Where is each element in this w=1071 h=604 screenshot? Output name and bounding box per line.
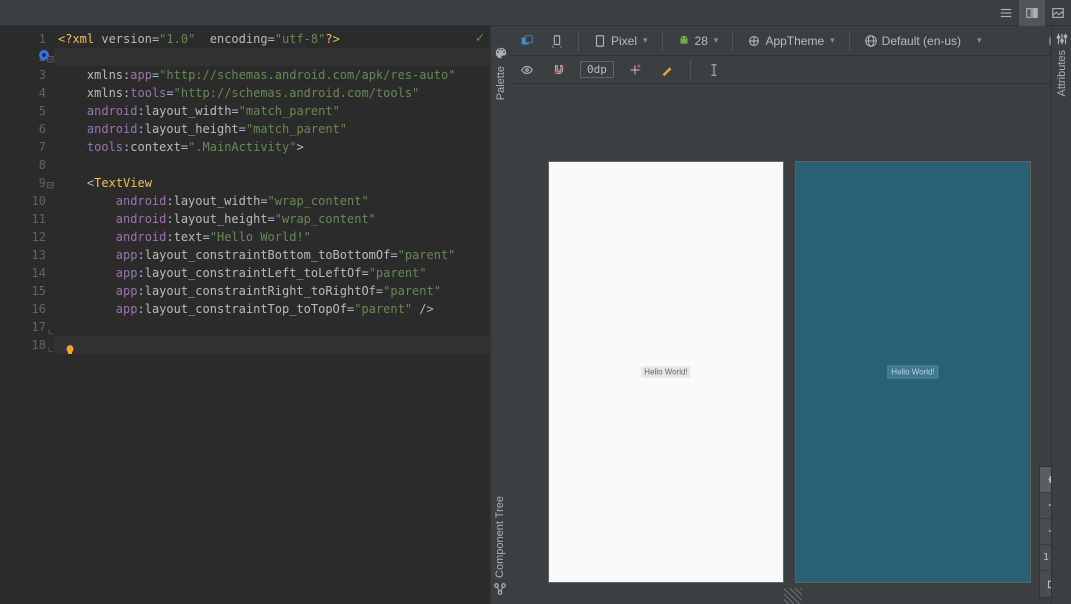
palette-tab[interactable]: Palette Component Tree [490,26,510,604]
line-number: 5 [0,102,46,120]
code-line[interactable]: android:text="Hello World!" [58,228,490,246]
theme-picker[interactable]: AppTheme▾ [743,32,838,50]
view-tab-split[interactable] [1019,0,1045,26]
design-surface-toggle[interactable] [516,32,538,50]
code-line[interactable]: <?xml version="1.0" encoding="utf-8"?> [58,30,490,48]
line-number: 13 [0,246,46,264]
fold-toggle-icon[interactable]: ⊟ [46,50,54,58]
line-number: 16 [0,300,46,318]
fold-end-icon: ⌞ [46,320,54,328]
line-number: 14 [0,264,46,282]
autoconnect-toggle[interactable] [548,61,570,79]
line-number: 4 [0,84,46,102]
view-mode-tabs [0,0,1071,26]
line-gutter: 123456789101112131415161718 ⊟ ⊟ ⌞ ⌞ [0,26,54,604]
guidelines-button[interactable] [703,61,725,79]
line-number: 8 [0,156,46,174]
sliders-icon [1055,32,1069,46]
component-tree-icon [493,582,507,596]
view-tab-code[interactable] [993,0,1019,26]
device-label: Pixel [611,34,637,48]
code-line[interactable]: android:layout_height="match_parent" [58,120,490,138]
locale-label: Default (en-us) [882,34,961,48]
code-line[interactable]: xmlns:app="http://schemas.android.com/ap… [58,66,490,84]
code-line[interactable]: <TextView [58,174,490,192]
api-label: 28 [695,34,708,48]
line-number: 1 [0,30,46,48]
resize-handle-icon[interactable] [784,588,802,604]
code-editor[interactable]: <?xml version="1.0" encoding="utf-8"?><a… [54,26,490,604]
infer-constraints-button[interactable] [656,61,678,79]
theme-icon [747,34,761,48]
preview-textview[interactable]: Hello World! [641,367,690,378]
attributes-label: Attributes [1056,50,1068,96]
attributes-tab[interactable]: Attributes [1051,26,1071,604]
code-line[interactable]: tools:context=".MainActivity"> [58,138,490,156]
code-line[interactable]: android:layout_height="wrap_content" [58,210,490,228]
line-number: 3 [0,66,46,84]
line-number: 15 [0,282,46,300]
palette-label: Palette [495,66,507,100]
code-line[interactable] [58,318,490,336]
fold-toggle-icon[interactable]: ⊟ [46,176,54,184]
component-tree-label: Component Tree [494,496,506,578]
eye-icon [520,63,534,77]
code-line[interactable]: app:layout_constraintTop_toTopOf="parent… [58,300,490,318]
code-line[interactable]: app:layout_constraintBottom_toBottomOf="… [58,246,490,264]
code-line[interactable]: app:layout_constraintRight_toRightOf="pa… [58,282,490,300]
code-line[interactable]: android:layout_width="wrap_content" [58,192,490,210]
line-number: 10 [0,192,46,210]
line-number: 6 [0,120,46,138]
android-icon [677,34,691,48]
design-toolbar: Pixel▾ 28▾ AppTheme▾ Default (en-us)▾ ! [510,26,1071,56]
line-number: 12 [0,228,46,246]
preview-textview[interactable]: Hello World! [887,366,938,379]
api-picker[interactable]: 28▾ [673,32,723,50]
code-line[interactable]: app:layout_constraintLeft_toLeftOf="pare… [58,264,490,282]
line-number: 17 [0,318,46,336]
theme-label: AppTheme [765,34,824,48]
orientation-toggle[interactable] [546,32,568,50]
line-number: 9 [0,174,46,192]
palette-icon [494,46,508,60]
fold-end-icon: ⌞ [46,338,54,346]
device-preview-light[interactable]: Hello World! [548,161,784,583]
wand-icon [660,63,674,77]
code-line[interactable] [58,156,490,174]
check-ok-icon: ✓ [476,30,484,46]
line-number: 7 [0,138,46,156]
code-editor-pane: 123456789101112131415161718 ⊟ ⊟ ⌞ ⌞ <?xm… [0,26,490,604]
device-preview-blueprint[interactable]: Hello World! [795,161,1031,583]
globe-icon [864,34,878,48]
component-tree-tab[interactable]: Component Tree [490,492,510,598]
code-line[interactable]: xmlns:tools="http://schemas.android.com/… [58,84,490,102]
intention-bulb-icon[interactable] [64,344,76,356]
locale-picker[interactable]: Default (en-us)▾ [860,32,986,50]
design-pane: Palette Component Tree Pixel▾ 28▾ AppThe… [490,26,1071,604]
view-tab-design[interactable] [1045,0,1071,26]
clear-constraints-button[interactable] [624,61,646,79]
default-margin-field[interactable]: 0dp [580,61,614,78]
device-picker[interactable]: Pixel▾ [589,32,652,50]
view-options-button[interactable] [516,61,538,79]
magnet-icon [552,63,566,77]
line-number: 11 [0,210,46,228]
code-line[interactable]: android:layout_width="match_parent" [58,102,490,120]
design-subtoolbar: 0dp [510,56,1071,84]
line-number: 18 [0,336,46,354]
design-canvas[interactable]: Hello World! Hello World! + − 1:1 [510,84,1071,604]
